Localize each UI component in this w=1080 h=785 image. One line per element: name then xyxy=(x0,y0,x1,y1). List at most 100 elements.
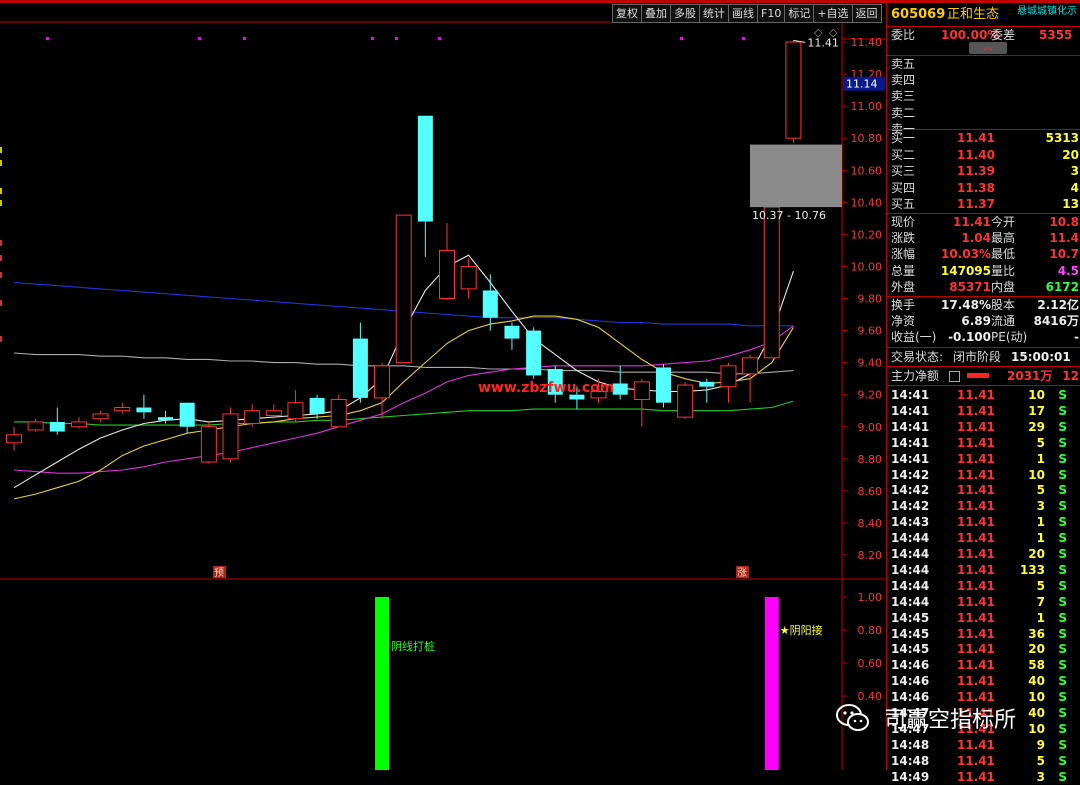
candle xyxy=(763,206,780,359)
stat-value: 11.41 xyxy=(953,215,991,229)
buy-volume: 5313 xyxy=(1045,131,1079,145)
price-tick-label: 9.20 xyxy=(858,389,883,402)
candle-body xyxy=(526,330,542,376)
toolbar-button-7[interactable]: +自选 xyxy=(813,4,853,23)
price-tick-label: 9.40 xyxy=(858,357,883,370)
toolbar-button-4[interactable]: 画线 xyxy=(728,4,758,23)
tick-side: S xyxy=(1058,499,1067,514)
tick-time: 14:41 xyxy=(891,435,930,450)
signal-dot xyxy=(371,37,374,40)
toolbar-button-8[interactable]: 返回 xyxy=(851,4,882,23)
tick-row: 14:44 11.41 5 S xyxy=(887,578,1080,594)
stat2-value: -0.100 xyxy=(948,330,991,345)
toolbar-button-6[interactable]: 标记 xyxy=(784,4,815,23)
price-tick-label: 8.80 xyxy=(858,453,883,466)
stat-value: 11.4 xyxy=(1049,231,1079,246)
toolbar-button-3[interactable]: 统计 xyxy=(699,4,729,23)
candle xyxy=(70,417,87,429)
sell-label: 卖五 xyxy=(891,57,916,71)
marker-left: 预 xyxy=(214,567,224,579)
stat2-value: 6.89 xyxy=(961,314,991,329)
candle-body xyxy=(70,421,87,428)
candle xyxy=(395,214,412,364)
buy-price: 11.39 xyxy=(957,164,995,178)
tick-volume: 3 xyxy=(1036,499,1045,514)
tick-time: 14:44 xyxy=(891,531,930,546)
trade-state-value: 闭市阶段 xyxy=(953,350,1002,364)
sep xyxy=(887,366,1080,367)
tick-volume: 10 xyxy=(1028,690,1045,705)
tick-time: 14:42 xyxy=(891,499,930,514)
tick-volume: 1 xyxy=(1036,515,1045,530)
sell-row: 卖二 xyxy=(887,105,1080,121)
tick-side: S xyxy=(1058,642,1067,657)
signal-dot xyxy=(742,37,745,40)
tick-time: 14:44 xyxy=(891,562,930,577)
edge-mark xyxy=(0,200,2,206)
tick-time: 14:49 xyxy=(891,769,930,784)
signal-dot xyxy=(198,37,201,40)
candle xyxy=(656,364,671,408)
toolbar-button-1[interactable]: 叠加 xyxy=(641,4,671,23)
tick-row: 14:46 11.41 40 S xyxy=(887,673,1080,689)
candle xyxy=(287,389,304,422)
candle xyxy=(222,407,239,463)
signal-label-green: 阴线打桩 xyxy=(391,639,435,653)
stat-label: 最高 xyxy=(991,231,1016,246)
tick-row: 14:41 11.41 10 S xyxy=(887,387,1080,403)
edge-mark xyxy=(0,160,2,166)
tick-side: S xyxy=(1058,562,1067,577)
candle-body xyxy=(699,381,715,387)
toolbar-button-5[interactable]: F10 xyxy=(757,4,786,23)
candle xyxy=(504,322,520,350)
tick-row: 14:41 11.41 17 S xyxy=(887,403,1080,419)
tick-price: 11.41 xyxy=(957,419,995,434)
tick-row: 14:41 11.41 1 S xyxy=(887,451,1080,467)
stat2-value: 17.48% xyxy=(941,298,991,312)
toolbar-button-0[interactable]: 复权 xyxy=(612,4,642,23)
weibi-row: 委比 100.00% 委差 5355 xyxy=(887,27,1080,43)
tick-time: 14:42 xyxy=(891,467,930,482)
tick-side: S xyxy=(1058,547,1067,561)
candle-body xyxy=(763,206,780,359)
price-tick-label: 10.00 xyxy=(851,260,883,273)
stat-label: 今开 xyxy=(991,215,1016,229)
tick-price: 11.41 xyxy=(957,562,995,577)
buy-volume: 4 xyxy=(1070,180,1079,195)
tick-side: S xyxy=(1058,674,1067,689)
tick-volume: 20 xyxy=(1028,642,1045,657)
stat2-value: 8416万 xyxy=(1033,314,1079,329)
tick-price: 11.41 xyxy=(957,435,995,450)
candle xyxy=(417,115,433,257)
tick-row: 14:44 11.41 7 S xyxy=(887,594,1080,610)
tick-row: 14:44 11.41 133 S xyxy=(887,562,1080,578)
buy-label: 买五 xyxy=(891,197,916,211)
buy-price: 11.40 xyxy=(957,147,995,162)
buy-label: 买四 xyxy=(891,180,916,195)
kline-chart[interactable]: ◇ ◇ 10.37 - 10.76 11.41 www.zbzfwu.com 预 涨 11… xyxy=(0,0,886,770)
watermark: 司赢空指标所 xyxy=(884,708,1017,733)
candle xyxy=(742,354,759,403)
stat2-row: 净资 6.89 流通 8416万 xyxy=(887,313,1080,329)
tick-side: S xyxy=(1058,419,1067,434)
tick-price: 11.41 xyxy=(957,451,995,466)
stat2-label: 收益(一) xyxy=(891,330,937,345)
stat-value: 6172 xyxy=(1045,279,1079,294)
stat2-value: 2.12亿 xyxy=(1037,298,1079,312)
list-icon xyxy=(949,371,960,382)
buy-row: 买三 11.39 3 xyxy=(887,163,1080,179)
toolbar-button-2[interactable]: 多股 xyxy=(670,4,700,23)
tick-volume: 1 xyxy=(1036,610,1045,625)
stat-label: 总量 xyxy=(891,263,916,278)
signal-bar xyxy=(375,597,390,770)
stat-value: 1.04 xyxy=(961,231,991,246)
tick-volume: 20 xyxy=(1028,547,1045,561)
tick-row: 14:41 11.41 5 S xyxy=(887,435,1080,451)
price-tick-label: 8.20 xyxy=(858,549,883,562)
candle xyxy=(179,402,195,434)
candle-body xyxy=(352,338,368,398)
stat-value: 85371 xyxy=(949,279,991,294)
price-tick-label: 9.80 xyxy=(858,293,883,306)
stat-label: 内盘 xyxy=(991,279,1016,294)
candle-body xyxy=(417,115,433,222)
